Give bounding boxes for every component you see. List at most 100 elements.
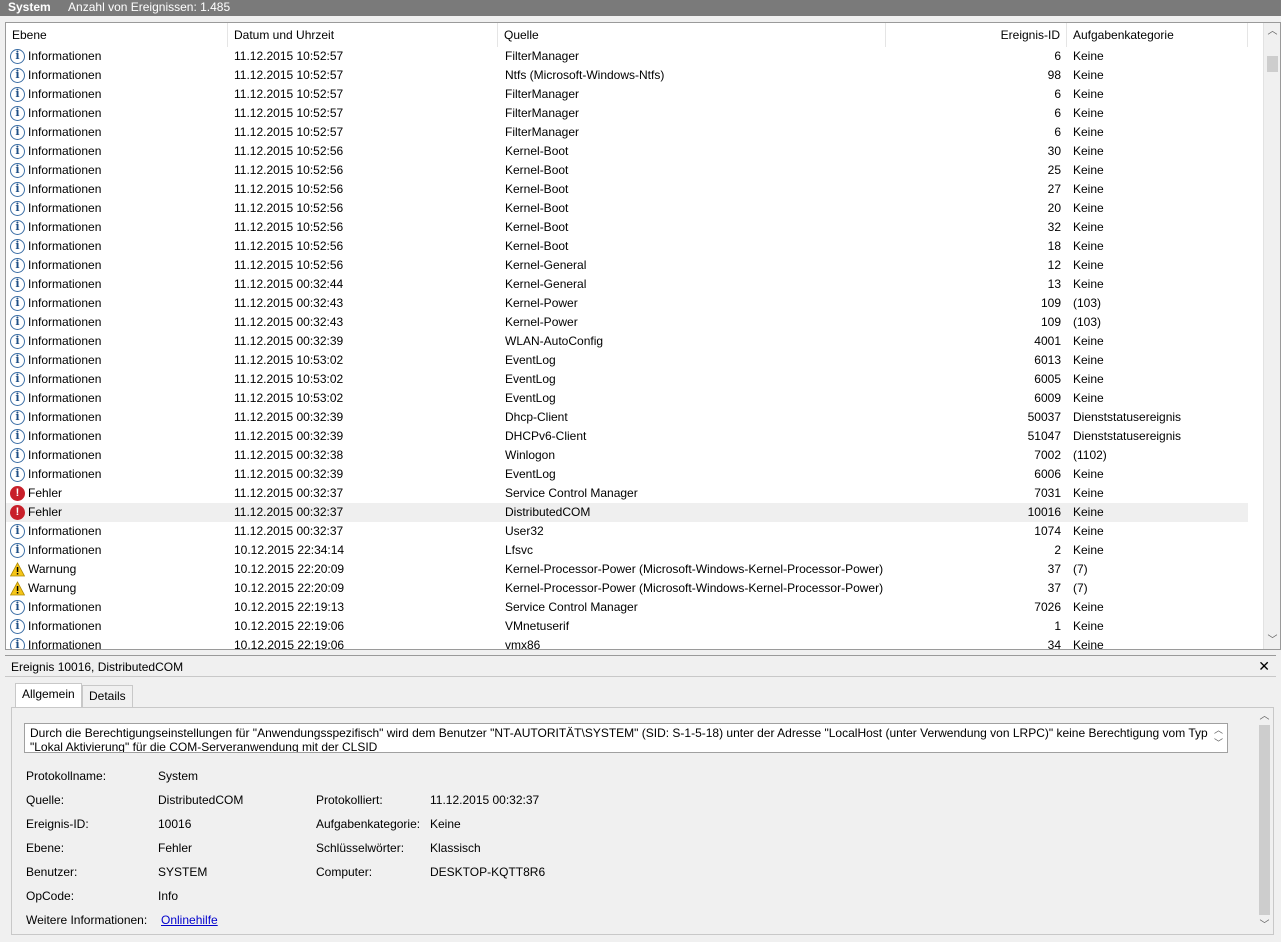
event-source: Kernel-Power [505,296,578,310]
info-icon: i [10,296,25,311]
event-id: 7002 [1034,448,1061,462]
event-row[interactable]: i Informationen 10.12.2015 22:19:06 VMnetus… [6,617,1248,636]
event-row[interactable]: i Informationen 11.12.2015 00:32:43 Kernel-… [6,313,1248,332]
event-source: EventLog [505,353,556,367]
event-row[interactable]: i Informationen 11.12.2015 00:32:37 User32 1… [6,522,1248,541]
warning-icon [10,581,25,596]
event-row[interactable]: i Informationen 11.12.2015 10:52:57 Ntfs (M… [6,66,1248,85]
event-datetime: 10.12.2015 22:19:06 [234,619,345,633]
event-datetime: 11.12.2015 00:32:39 [234,334,344,348]
column-header-event-id[interactable]: Ereignis-ID [886,23,1067,47]
event-id: 6006 [1034,467,1061,481]
detail-scroll-down-icon[interactable]: ﹀ [1256,917,1273,934]
event-id: 50037 [1027,410,1061,424]
event-row[interactable]: i Informationen 11.12.2015 10:52:56 Kernel-… [6,218,1248,237]
column-header-level[interactable]: Ebene [6,23,228,47]
event-level: Informationen [28,258,102,272]
column-header-category[interactable]: Aufgabenkategorie [1067,23,1248,47]
event-category: Keine [1073,239,1104,253]
event-source: EventLog [505,391,556,405]
event-id: 25 [1047,163,1061,177]
event-id: 51047 [1027,429,1061,443]
event-row[interactable]: i Informationen 11.12.2015 10:52:56 Kernel-… [6,142,1248,161]
event-id: 1 [1054,619,1061,633]
event-datetime: 11.12.2015 00:32:39 [234,429,344,443]
event-row[interactable]: i Informationen 11.12.2015 10:52:57 FilterM… [6,104,1248,123]
event-category: Keine [1073,277,1104,291]
event-list-scrollbar[interactable]: ︿ ﹀ [1263,23,1280,649]
column-header-datetime[interactable]: Datum und Uhrzeit [228,23,498,47]
event-source: Kernel-Processor-Power (Microsoft-Window… [505,562,884,576]
event-level: Informationen [28,467,102,481]
event-row[interactable]: i Informationen 11.12.2015 00:32:38 Winlogo… [6,446,1248,465]
event-id: 7026 [1034,600,1061,614]
event-row[interactable]: i Informationen 11.12.2015 10:53:02 EventLo… [6,351,1248,370]
detail-divider [5,676,1276,677]
event-row[interactable]: i Informationen 11.12.2015 00:32:39 Dhcp-Cl… [6,408,1248,427]
detail-scroll-thumb[interactable] [1259,725,1270,915]
event-row[interactable]: i Informationen 10.12.2015 22:34:14 Lfsvc 2 K… [6,541,1248,560]
event-row[interactable]: i Informationen 11.12.2015 00:32:43 Kernel-… [6,294,1248,313]
detail-scrollbar[interactable]: ︿ ﹀ [1256,708,1273,934]
general-tab-content: Durch die Berechtigungseinstellungen für… [11,707,1274,935]
event-source: Kernel-General [505,277,587,291]
message-scrollbar[interactable]: ︿ ﹀ [1210,724,1227,752]
tab-general[interactable]: Allgemein [15,683,82,707]
log-title-bar: System Anzahl von Ereignissen: 1.485 [0,0,1281,16]
event-level: Informationen [28,391,102,405]
event-level: Informationen [28,239,102,253]
event-level: Warnung [28,581,77,595]
event-id: 12 [1047,258,1061,272]
event-source: FilterManager [505,106,580,120]
scroll-down-icon[interactable]: ﹀ [1264,632,1280,649]
scroll-thumb[interactable] [1267,56,1278,72]
event-list[interactable]: Ebene Datum und Uhrzeit Quelle Ereignis-… [5,22,1281,650]
event-row[interactable]: i Informationen 11.12.2015 10:53:02 EventLo… [6,370,1248,389]
scroll-up-icon[interactable]: ︿ [1264,23,1280,40]
event-row[interactable]: i Informationen 11.12.2015 00:32:39 WLAN-Au… [6,332,1248,351]
column-header-source[interactable]: Quelle [498,23,886,47]
event-id: 27 [1047,182,1061,196]
event-datetime: 10.12.2015 22:19:13 [234,600,345,614]
event-row[interactable]: i Informationen 10.12.2015 22:19:06 vmx86 34… [6,636,1248,649]
event-row[interactable]: i Informationen 11.12.2015 00:32:39 DHCPv6-… [6,427,1248,446]
event-row[interactable]: i Informationen 11.12.2015 10:52:56 Kernel-… [6,199,1248,218]
event-level: Informationen [28,68,102,82]
event-row[interactable]: i Informationen 10.12.2015 22:19:13 Service… [6,598,1248,617]
event-row[interactable]: i Informationen 11.12.2015 10:52:56 Kernel-… [6,180,1248,199]
event-category: Keine [1073,125,1104,139]
detail-scroll-up-icon[interactable]: ︿ [1256,708,1273,725]
info-icon: i [10,410,25,425]
event-id: 7031 [1034,486,1061,500]
event-row[interactable]: Warnung 10.12.2015 22:20:09 Kernel-Process… [6,579,1248,598]
event-message-box[interactable]: Durch die Berechtigungseinstellungen für… [24,723,1228,753]
online-help-link[interactable]: Onlinehilfe [161,913,218,927]
event-row[interactable]: i Informationen 11.12.2015 10:52:56 Kernel-… [6,237,1248,256]
event-datetime: 11.12.2015 10:52:57 [234,49,344,63]
info-icon: i [10,68,25,83]
event-id: 13 [1047,277,1061,291]
event-datetime: 10.12.2015 22:34:14 [234,543,345,557]
event-row[interactable]: i Informationen 11.12.2015 10:53:02 EventLo… [6,389,1248,408]
event-level: Informationen [28,315,102,329]
label-more-info: Weitere Informationen: [26,913,148,927]
event-source: EventLog [505,372,556,386]
info-icon: i [10,467,25,482]
event-row[interactable]: i Informationen 11.12.2015 00:32:44 Kernel-… [6,275,1248,294]
event-source: VMnetuserif [505,619,570,633]
event-id: 20 [1047,201,1061,215]
event-row[interactable]: i Informationen 11.12.2015 10:52:56 Kernel-… [6,256,1248,275]
event-row[interactable]: i Informationen 11.12.2015 10:52:57 FilterM… [6,123,1248,142]
event-row[interactable]: Warnung 10.12.2015 22:20:09 Kernel-Process… [6,560,1248,579]
tab-details[interactable]: Details [82,685,133,707]
close-icon[interactable]: ✕ [1258,658,1270,675]
event-row[interactable]: ! Fehler 11.12.2015 00:32:37 DistributedCOM… [6,503,1248,522]
event-row[interactable]: i Informationen 11.12.2015 10:52:57 FilterM… [6,85,1248,104]
info-icon: i [10,106,25,121]
info-icon: i [10,163,25,178]
event-row[interactable]: ! Fehler 11.12.2015 00:32:37 Service Contro… [6,484,1248,503]
event-row[interactable]: i Informationen 11.12.2015 00:32:39 EventLo… [6,465,1248,484]
event-datetime: 11.12.2015 10:52:56 [234,144,344,158]
event-row[interactable]: i Informationen 11.12.2015 10:52:56 Kernel-… [6,161,1248,180]
event-row[interactable]: i Informationen 11.12.2015 10:52:57 FilterM… [6,47,1248,66]
